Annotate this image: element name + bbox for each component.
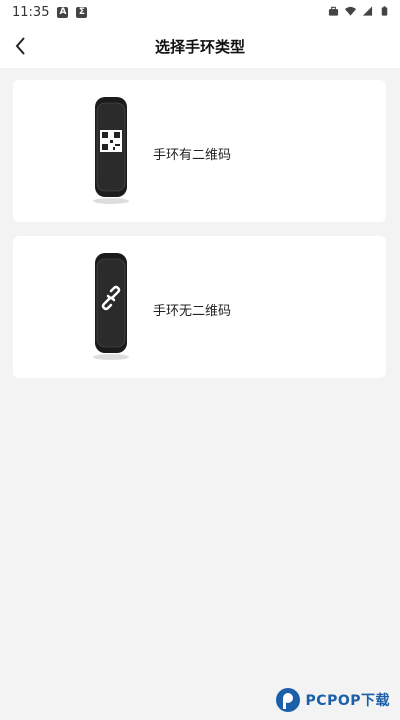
card-label: 手环无二维码: [153, 304, 232, 319]
battery-icon: [381, 6, 388, 16]
link-band-icon: [93, 253, 129, 360]
watermark-text: PCPOP下载: [305, 693, 390, 709]
card-band-with-qr[interactable]: 手环有二维码: [13, 80, 386, 222]
status-left: 11:35 A Σ: [12, 4, 88, 20]
card-band-without-qr[interactable]: 手环无二维码: [13, 236, 386, 378]
card-label: 手环有二维码: [153, 148, 232, 163]
a-icon: A: [57, 6, 69, 18]
status-bar: 11:35 A Σ: [0, 0, 400, 24]
back-arrow-icon[interactable]: [10, 34, 34, 58]
signal-icon: [362, 6, 373, 16]
header: 选择手环类型: [0, 24, 400, 68]
page-title: 选择手环类型: [154, 37, 245, 56]
sigma-icon: Σ: [76, 6, 88, 18]
content-area: 手环有二维码 手环无二维码 PCPOP下载: [0, 68, 400, 720]
pcpop-logo-icon: [275, 688, 300, 712]
qr-band-icon: [93, 97, 129, 204]
briefcase-icon: [328, 6, 339, 16]
status-time: 11:35: [12, 4, 50, 20]
watermark: PCPOP下载: [274, 686, 390, 714]
status-right: [328, 5, 390, 17]
wifi-icon: [345, 6, 356, 16]
